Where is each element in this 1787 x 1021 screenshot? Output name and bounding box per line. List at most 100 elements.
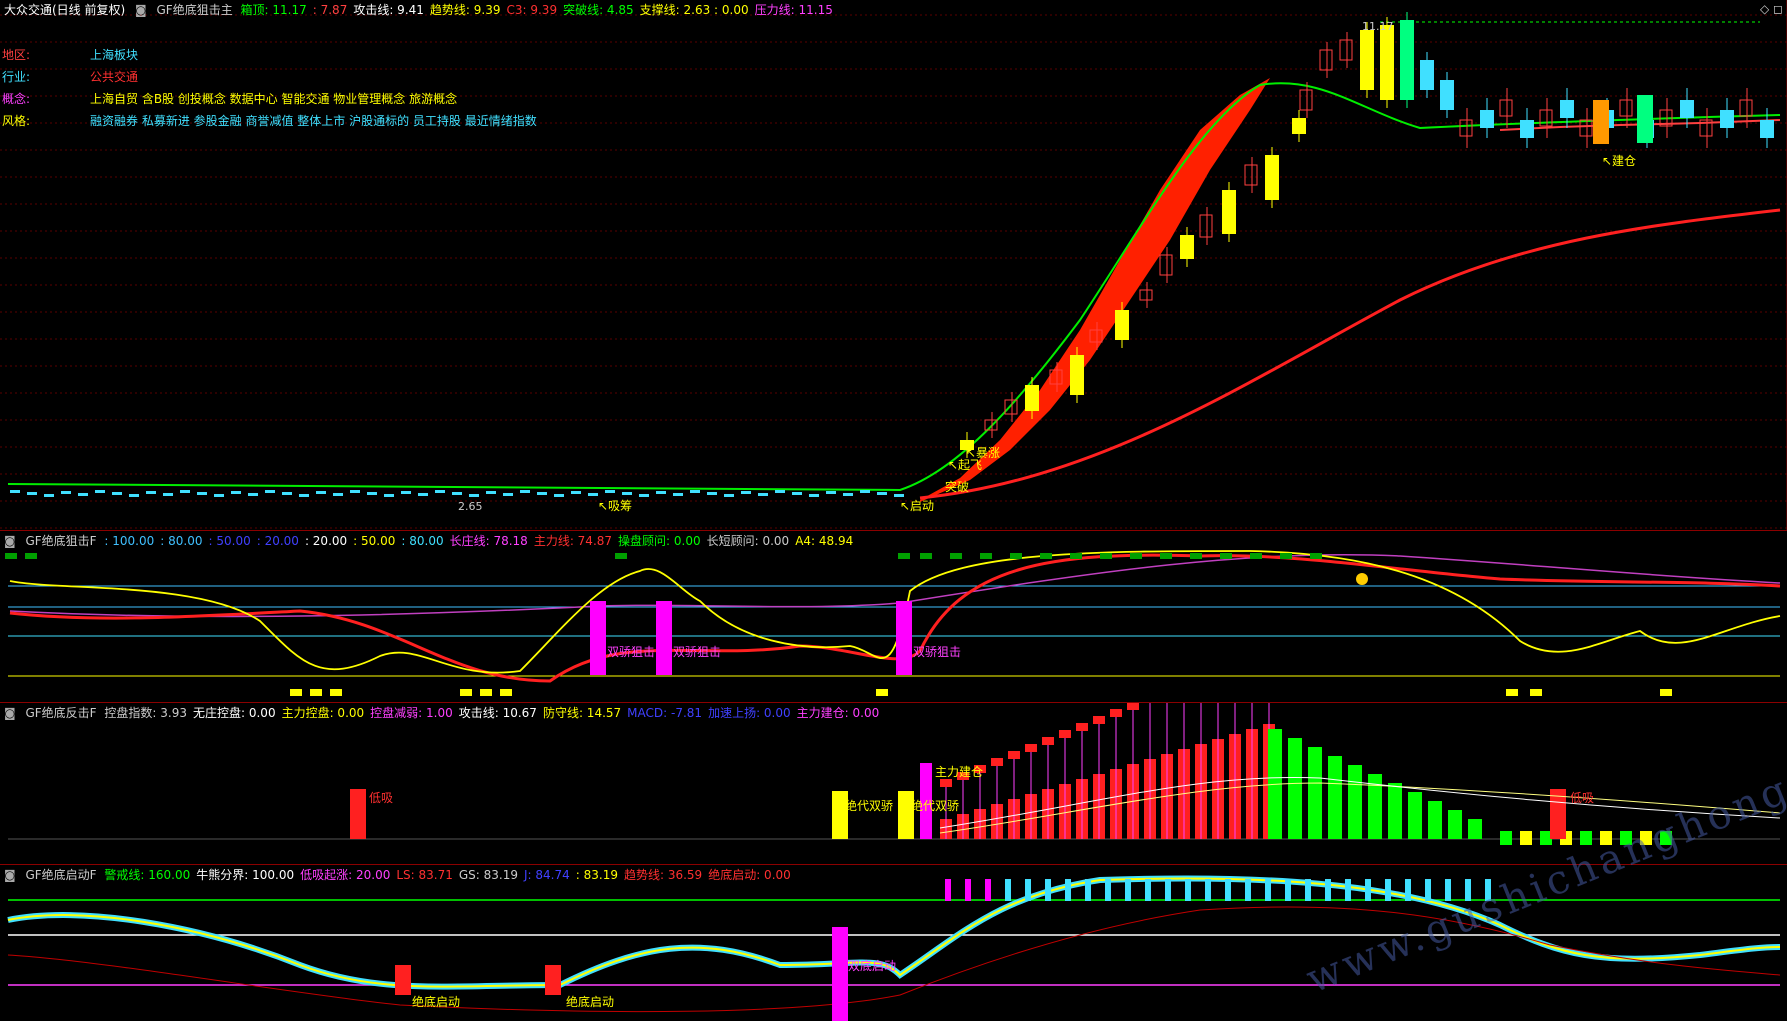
signal-box <box>1660 689 1672 696</box>
info-row: 地区: 上海板块 <box>2 48 138 62</box>
candle <box>1637 95 1653 143</box>
top-marker <box>898 553 910 559</box>
base-candle <box>707 492 717 495</box>
base-candle <box>146 491 156 494</box>
main-field: 支撑线: 2.63 : 0.00 <box>639 3 749 17</box>
annotation-xiji: ↖吸筹 <box>598 499 633 513</box>
p2-field: 长短顾问: 0.00 <box>706 534 790 548</box>
bar <box>1328 756 1342 839</box>
stock-title[interactable]: 大众交通(日线 前复权) <box>4 3 125 17</box>
base-candle <box>452 492 462 495</box>
green-support-line <box>7 82 1781 492</box>
top-marker <box>1040 553 1052 559</box>
bar <box>1468 819 1482 839</box>
bar <box>1520 831 1532 845</box>
panel2-canvas <box>5 550 1781 696</box>
indicator-panel-3[interactable]: ◙ GF绝底反击F 控盘指数: 3.93 无庄控盘: 0.00 主力控盘: 0.00… <box>0 702 1787 864</box>
indicator-name[interactable]: GF绝底启动F <box>25 868 96 882</box>
p4-field: 牛熊分界: 100.00 <box>196 868 295 882</box>
indicator-name[interactable]: GF绝底狙击主 <box>157 3 233 17</box>
main-chart-canvas <box>0 0 1787 530</box>
bar <box>1365 879 1371 901</box>
base-candle <box>27 492 37 495</box>
base-candle <box>520 490 530 493</box>
bar <box>1185 879 1191 901</box>
base-candle <box>112 492 122 495</box>
candle <box>1579 119 1593 137</box>
bar <box>1428 801 1442 839</box>
candle <box>1004 399 1018 415</box>
indicator-toggle-icon[interactable]: ◙ <box>4 868 16 882</box>
bar <box>1288 738 1302 839</box>
top-marker <box>1070 553 1082 559</box>
base-candle <box>231 491 241 494</box>
candle <box>1339 39 1353 61</box>
indicator-toggle-icon[interactable]: ◙ <box>4 706 16 720</box>
candle <box>1299 89 1313 111</box>
base-candle <box>877 492 887 495</box>
bar <box>1025 744 1037 752</box>
base-candle <box>605 490 615 493</box>
base-candle <box>809 494 819 497</box>
info-row: 行业: 公共交通 <box>2 70 138 84</box>
main-field: 压力线: 11.15 <box>754 3 833 17</box>
p2-field: : 100.00 <box>104 534 155 548</box>
info-value: 上海板块 <box>90 48 139 62</box>
base-candle <box>741 491 751 494</box>
main-field: 箱顶: 11.17 <box>240 3 307 17</box>
smile-icon <box>1356 573 1368 585</box>
p4-field: LS: 83.71 <box>396 868 453 882</box>
base-candle <box>180 490 190 493</box>
candle <box>1619 99 1633 117</box>
bar <box>1205 879 1211 901</box>
base-candle <box>163 493 173 496</box>
base-candle <box>843 493 853 496</box>
window-control-icon[interactable]: ◇ ◻ <box>1760 2 1783 16</box>
panel3-canvas <box>8 703 1781 845</box>
main-chart-panel[interactable]: 大众交通(日线 前复权) ◙ GF绝底狙击主 箱顶: 11.17: 7.87 攻击… <box>0 0 1787 530</box>
p2-field: 长庄线: 78.18 <box>449 534 528 548</box>
signal-bar <box>656 601 672 675</box>
bar <box>1025 879 1031 901</box>
info-key: 地区: <box>2 48 31 62</box>
main-field: C3: 9.39 <box>506 3 558 17</box>
signal-box <box>310 689 322 696</box>
signal-low-1: 低吸 <box>369 791 394 805</box>
signal-s1: 绝底启动 <box>412 995 461 1009</box>
bar <box>940 779 952 787</box>
annotation-jiancang: ↖建仓 <box>1602 154 1637 168</box>
top-marker <box>1160 553 1172 559</box>
indicator-panel-2[interactable]: ◙ GF绝底狙击F : 100.00: 80.00: 50.00: 20.00:… <box>0 530 1787 702</box>
signal-bar <box>395 965 411 995</box>
info-value: 上海自贸 含B股 创投概念 数据中心 智能交通 物业管理概念 旅游概念 <box>90 92 458 106</box>
annotation-qidong: ↖启动 <box>900 499 935 513</box>
p3-field: 攻击线: 10.67 <box>458 706 537 720</box>
p2-field: : 80.00 <box>401 534 444 548</box>
base-candle <box>248 493 258 496</box>
p3-field: 控盘减弱: 1.00 <box>370 706 453 720</box>
indicator-name[interactable]: GF绝底反击F <box>25 706 96 720</box>
signal-box <box>500 689 512 696</box>
p2-field: : 50.00 <box>208 534 251 548</box>
indicator-toggle-icon[interactable]: ◙ <box>4 534 16 548</box>
candle <box>1139 289 1153 301</box>
indicator-toggle-icon[interactable]: ◙ <box>135 3 147 17</box>
low-price-label: 2.65 <box>458 500 483 513</box>
base-candle <box>792 492 802 495</box>
long-trend-line <box>919 208 1781 500</box>
candle <box>1199 214 1213 238</box>
bar <box>1305 879 1311 901</box>
signal-bar <box>832 927 848 1021</box>
bar <box>1265 879 1271 901</box>
bar <box>1076 723 1088 731</box>
candle <box>1459 119 1473 137</box>
p4-field: GS: 83.19 <box>458 868 519 882</box>
signal-zhuli: 主力建仓 <box>935 765 984 779</box>
bar <box>1145 879 1151 901</box>
signal-bar <box>545 965 561 995</box>
indicator-name[interactable]: GF绝底狙击F <box>25 534 96 548</box>
p3-field: 无庄控盘: 0.00 <box>193 706 276 720</box>
signal-label: 双骄狙击 <box>607 645 656 659</box>
info-key: 行业: <box>2 70 31 84</box>
signal-jiedai-2: 绝代双骄 <box>911 799 960 813</box>
